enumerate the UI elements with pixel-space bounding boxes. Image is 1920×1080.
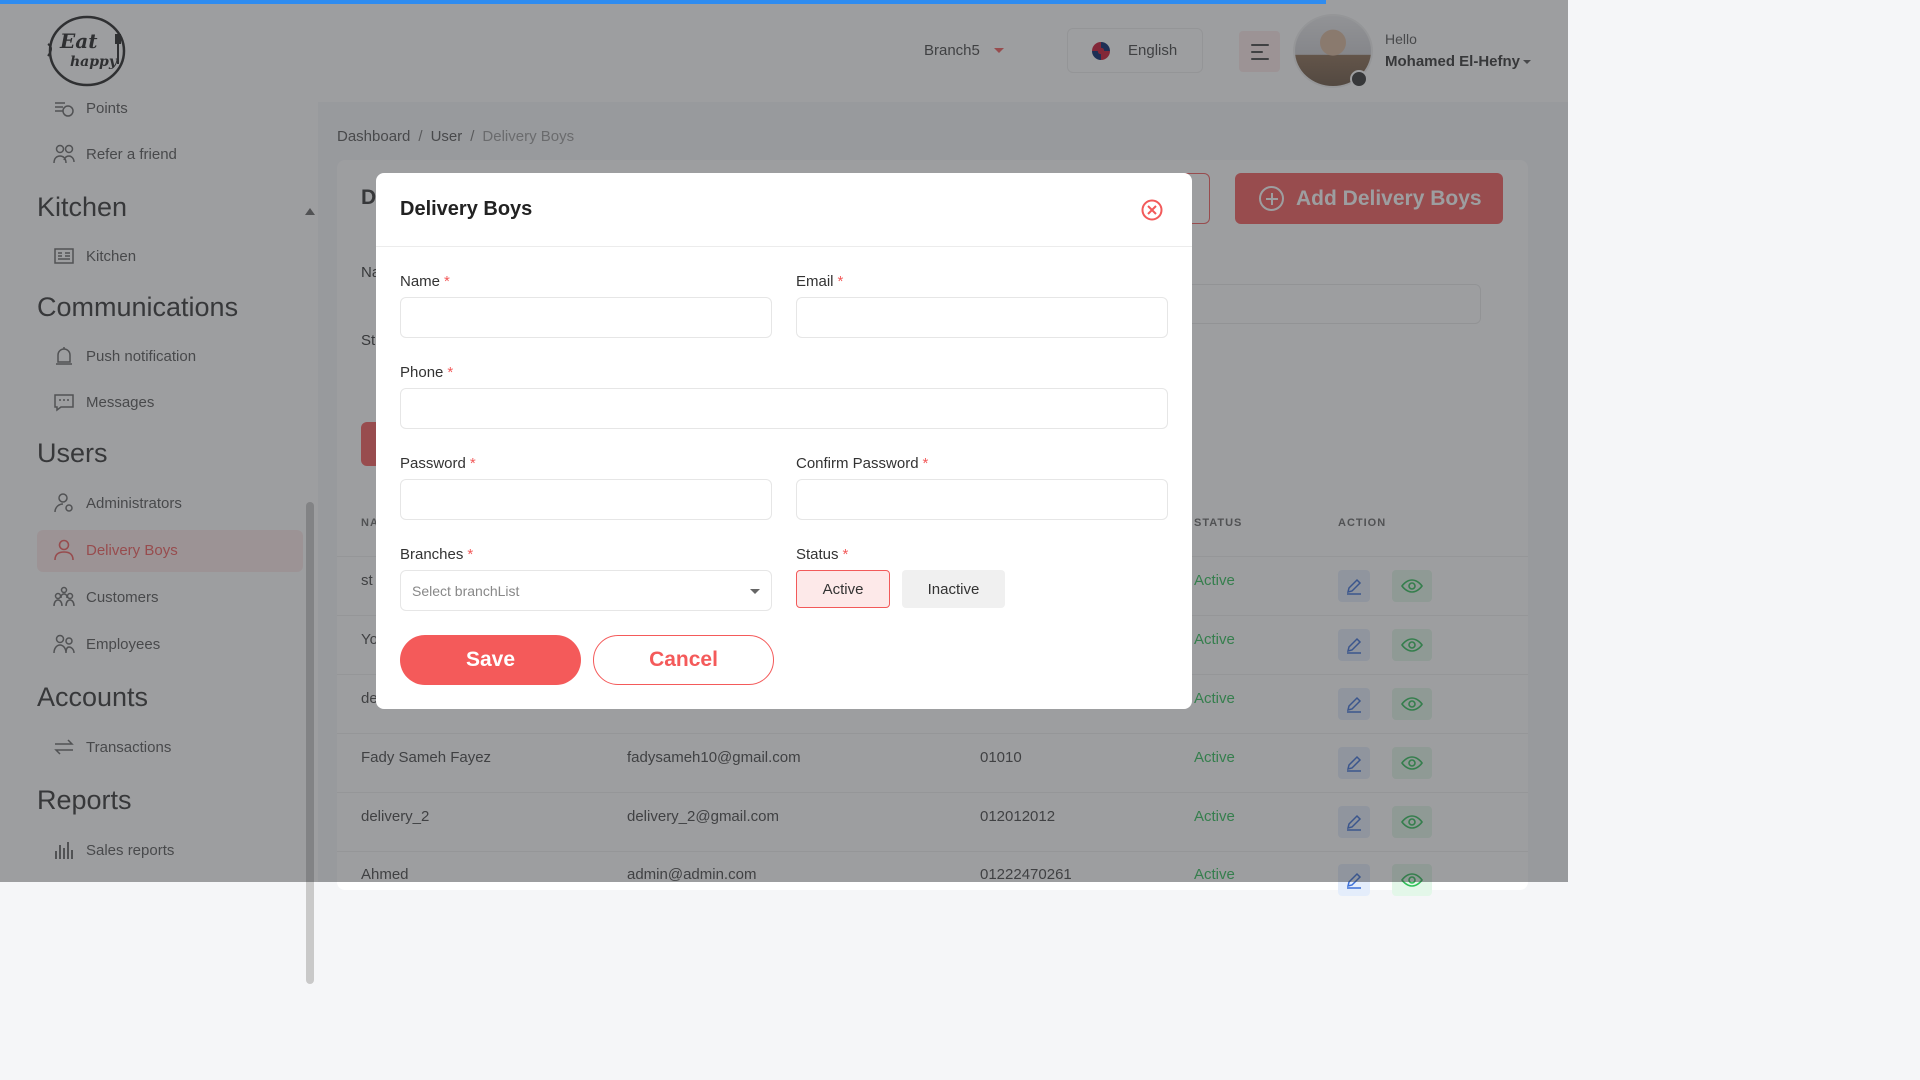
confirm-password-input[interactable]: [796, 479, 1168, 520]
confirm-password-label: Confirm Password *: [796, 455, 929, 472]
cancel-button[interactable]: Cancel: [593, 635, 774, 685]
status-active-option[interactable]: Active: [796, 570, 890, 608]
loading-progress-bar: [0, 0, 1326, 4]
save-button[interactable]: Save: [400, 635, 581, 685]
status-inactive-option[interactable]: Inactive: [902, 570, 1005, 608]
modal-title: Delivery Boys: [400, 198, 533, 220]
branches-select[interactable]: Select branchList: [400, 570, 772, 611]
email-label: Email *: [796, 273, 844, 290]
close-icon[interactable]: [1141, 199, 1163, 221]
branches-label: Branches *: [400, 546, 474, 563]
branches-placeholder: Select branchList: [412, 582, 520, 599]
phone-input[interactable]: [400, 388, 1168, 429]
name-label: Name *: [400, 273, 450, 290]
password-label: Password *: [400, 455, 476, 472]
email-input[interactable]: [796, 297, 1168, 338]
name-input[interactable]: [400, 297, 772, 338]
password-input[interactable]: [400, 479, 772, 520]
phone-label: Phone *: [400, 364, 454, 381]
delivery-boys-modal: Delivery Boys Name * Email * Phone * Passwo…: [376, 173, 1192, 709]
chevron-down-icon: [750, 589, 760, 594]
modal-header-divider: [376, 246, 1192, 247]
status-label: Status *: [796, 546, 849, 563]
